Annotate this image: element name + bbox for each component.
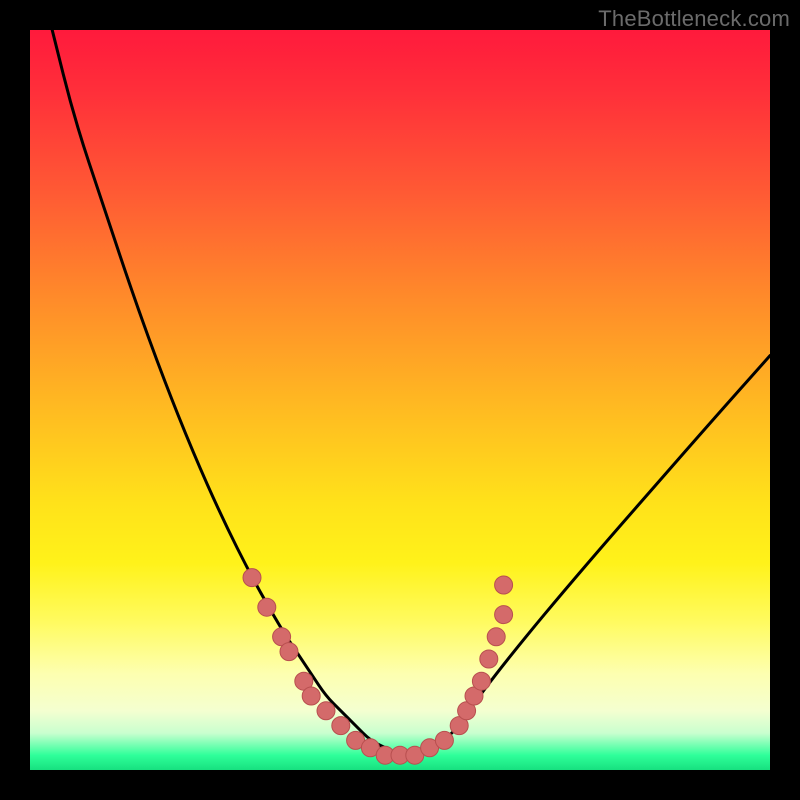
bottleneck-curve bbox=[52, 30, 770, 755]
curve-dot bbox=[472, 672, 490, 690]
curve-dot bbox=[495, 606, 513, 624]
watermark-label: TheBottleneck.com bbox=[598, 6, 790, 32]
curve-dot bbox=[243, 569, 261, 587]
curve-dot bbox=[435, 731, 453, 749]
curve-dot bbox=[317, 702, 335, 720]
curve-markers bbox=[243, 569, 513, 765]
curve-dot bbox=[280, 643, 298, 661]
curve-dot bbox=[495, 576, 513, 594]
chart-svg bbox=[30, 30, 770, 770]
chart-frame: TheBottleneck.com bbox=[0, 0, 800, 800]
curve-dot bbox=[258, 598, 276, 616]
curve-dot bbox=[480, 650, 498, 668]
curve-dot bbox=[487, 628, 505, 646]
curve-dot bbox=[302, 687, 320, 705]
curve-dot bbox=[332, 717, 350, 735]
